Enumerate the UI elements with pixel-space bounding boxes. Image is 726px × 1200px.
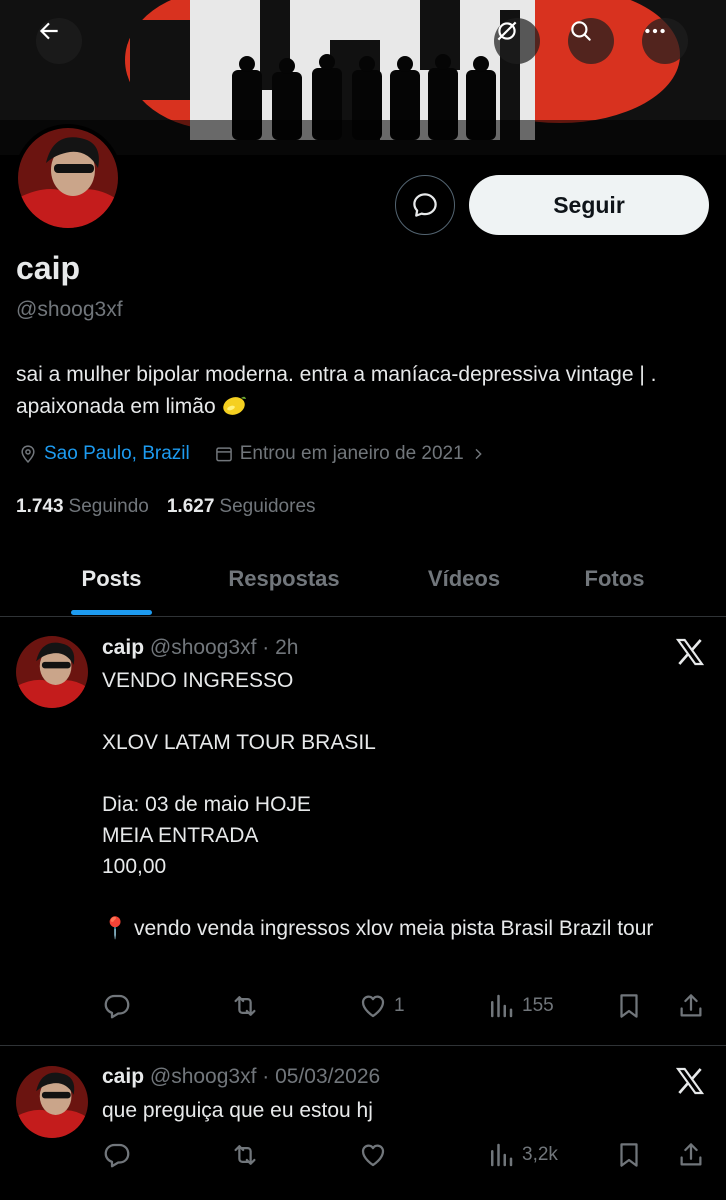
follow-stats: 1.743 Seguindo 1.627 Seguidores (16, 496, 316, 518)
avatar-image (16, 636, 88, 708)
post-avatar[interactable] (16, 636, 88, 708)
bookmark-icon (620, 994, 638, 1018)
share-icon (680, 1143, 702, 1166)
post-actions: 3,2k (100, 1139, 716, 1171)
chevron-right-icon (475, 448, 482, 460)
share-button[interactable] (676, 990, 706, 1022)
tab-videos[interactable]: Vídeos (414, 540, 514, 617)
post-item[interactable]: caip @shoog3xf · 2h VENDO INGRESSO XLOV … (0, 618, 726, 1046)
profile-banner[interactable] (0, 0, 726, 155)
post-item[interactable]: caip @shoog3xf · 05/03/2026 que preguiça… (0, 1047, 726, 1200)
lemon-icon (223, 396, 247, 415)
share-button[interactable] (676, 1139, 706, 1171)
tab-respostas[interactable]: Respostas (212, 540, 356, 617)
search-icon (571, 21, 591, 41)
message-bubble-icon (413, 193, 437, 217)
back-button[interactable] (36, 18, 82, 64)
reply-icon (104, 994, 130, 1019)
views-chart-icon (491, 1143, 513, 1167)
location-link[interactable]: Sao Paulo, Brazil (44, 443, 190, 465)
profile-bio: sai a mulher bipolar moderna. entra a ma… (16, 359, 706, 423)
like-button[interactable] (358, 1139, 394, 1171)
banner-image (0, 0, 726, 155)
repost-icon (234, 1145, 256, 1165)
post-header: caip @shoog3xf · 05/03/2026 (102, 1065, 380, 1089)
bookmark-button[interactable] (614, 1139, 644, 1171)
profile-name: caip (16, 250, 81, 286)
post-header: caip @shoog3xf · 2h (102, 636, 298, 660)
profile-avatar[interactable] (14, 124, 122, 232)
arrow-left-icon (39, 22, 58, 40)
heart-icon (361, 1144, 385, 1167)
follow-button[interactable]: Seguir (469, 175, 709, 235)
bookmark-button[interactable] (614, 990, 644, 1022)
profile-meta: Sao Paulo, Brazil Entrou em janeiro de 2… (18, 440, 492, 468)
tab-posts[interactable]: Posts (71, 540, 152, 617)
profile-tabs: Posts Respostas Vídeos Fotos (0, 540, 726, 617)
repost-icon (234, 996, 256, 1016)
x-logo-icon (675, 1067, 705, 1095)
post-text: VENDO INGRESSO XLOV LATAM TOUR BRASIL Di… (102, 669, 654, 940)
post-meta: @shoog3xf · 2h (149, 636, 299, 659)
grok-button[interactable] (494, 18, 540, 64)
joined-date[interactable]: Entrou em janeiro de 2021 (240, 443, 464, 465)
profile-handle: @shoog3xf (16, 298, 123, 321)
like-count: 1 (394, 995, 405, 1016)
reply-button[interactable] (102, 990, 132, 1022)
x-logo-icon (675, 638, 705, 666)
active-tab-indicator (71, 610, 152, 615)
reply-icon (104, 1143, 130, 1168)
post-avatar[interactable] (16, 1066, 88, 1138)
following-link[interactable]: 1.743 Seguindo (16, 496, 149, 518)
reply-button[interactable] (102, 1139, 132, 1171)
like-button[interactable]: 1 (358, 990, 405, 1022)
post-meta: @shoog3xf · 05/03/2026 (149, 1065, 381, 1088)
grok-icon (497, 21, 517, 41)
bookmark-icon (620, 1143, 638, 1167)
message-button[interactable] (395, 175, 455, 235)
repost-button[interactable] (230, 1139, 260, 1171)
tab-fotos[interactable]: Fotos (572, 540, 657, 617)
avatar-image (16, 1066, 88, 1138)
views-count: 3,2k (522, 1144, 558, 1165)
avatar-image (18, 128, 118, 228)
calendar-icon (215, 447, 232, 462)
post-actions: 1 155 (100, 990, 716, 1022)
views-button[interactable]: 155 (486, 990, 554, 1022)
search-button[interactable] (568, 18, 614, 64)
more-button[interactable] (642, 18, 688, 64)
more-icon (645, 28, 665, 34)
location-icon (21, 445, 35, 463)
post-author-name[interactable]: caip (102, 636, 144, 659)
followers-link[interactable]: 1.627 Seguidores (167, 496, 316, 518)
views-button[interactable]: 3,2k (486, 1139, 558, 1171)
share-icon (680, 994, 702, 1017)
bio-text: sai a mulher bipolar moderna. entra a ma… (16, 363, 657, 418)
repost-button[interactable] (230, 990, 260, 1022)
post-text: que preguiça que eu estou hj (102, 1099, 373, 1122)
views-chart-icon (491, 994, 513, 1018)
heart-icon (361, 995, 385, 1018)
post-author-name[interactable]: caip (102, 1065, 144, 1088)
views-count: 155 (522, 995, 554, 1016)
